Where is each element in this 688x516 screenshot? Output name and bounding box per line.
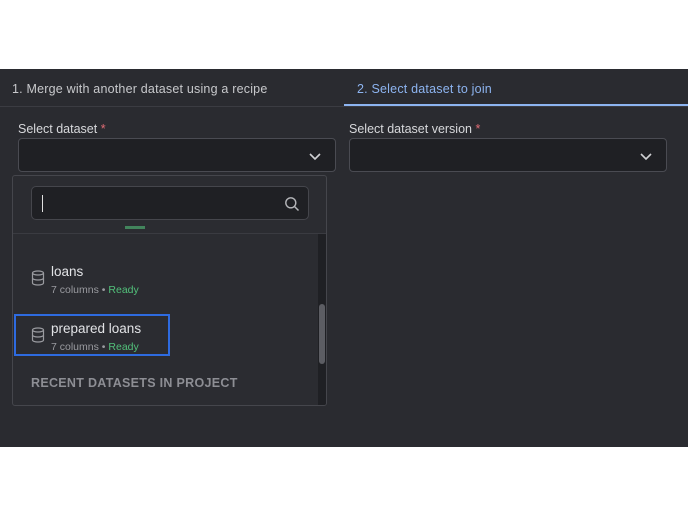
- dataset-select[interactable]: [18, 138, 336, 172]
- step-select-dataset[interactable]: 2. Select dataset to join: [357, 82, 492, 96]
- dataset-dropdown: loans 7 columns • Ready prepared loans 7…: [12, 175, 327, 406]
- dataset-label: Select dataset *: [18, 122, 106, 136]
- partial-list-item: [125, 226, 145, 229]
- database-icon: [31, 270, 45, 286]
- version-label: Select dataset version *: [349, 122, 480, 136]
- meta-separator: •: [101, 284, 106, 296]
- status-badge: Ready: [108, 284, 139, 296]
- scrollbar-thumb[interactable]: [319, 304, 325, 364]
- section-heading: RECENT DATASETS IN PROJECT: [31, 376, 238, 390]
- chevron-down-icon: [309, 153, 321, 161]
- dataset-search-input[interactable]: [31, 186, 309, 220]
- steps-header: 1. Merge with another dataset using a re…: [0, 69, 688, 107]
- divider: [13, 233, 326, 234]
- dataset-meta: 7 columns • Ready: [51, 284, 139, 296]
- version-label-text: Select dataset version: [349, 122, 472, 136]
- highlight-box: [14, 314, 170, 356]
- dataset-label-text: Select dataset: [18, 122, 98, 136]
- step-merge[interactable]: 1. Merge with another dataset using a re…: [12, 82, 267, 96]
- required-mark: *: [100, 122, 106, 136]
- column-count: 7 columns: [51, 284, 99, 296]
- active-step-indicator: [344, 104, 688, 106]
- required-mark: *: [475, 122, 481, 136]
- dataset-name: loans: [51, 264, 84, 279]
- list-item[interactable]: loans 7 columns • Ready: [13, 254, 318, 302]
- version-select[interactable]: [349, 138, 667, 172]
- search-icon[interactable]: [284, 196, 300, 212]
- join-dataset-panel: 1. Merge with another dataset using a re…: [0, 69, 688, 447]
- scrollbar[interactable]: [318, 234, 326, 405]
- chevron-down-icon: [640, 153, 652, 161]
- text-caret: [42, 195, 43, 212]
